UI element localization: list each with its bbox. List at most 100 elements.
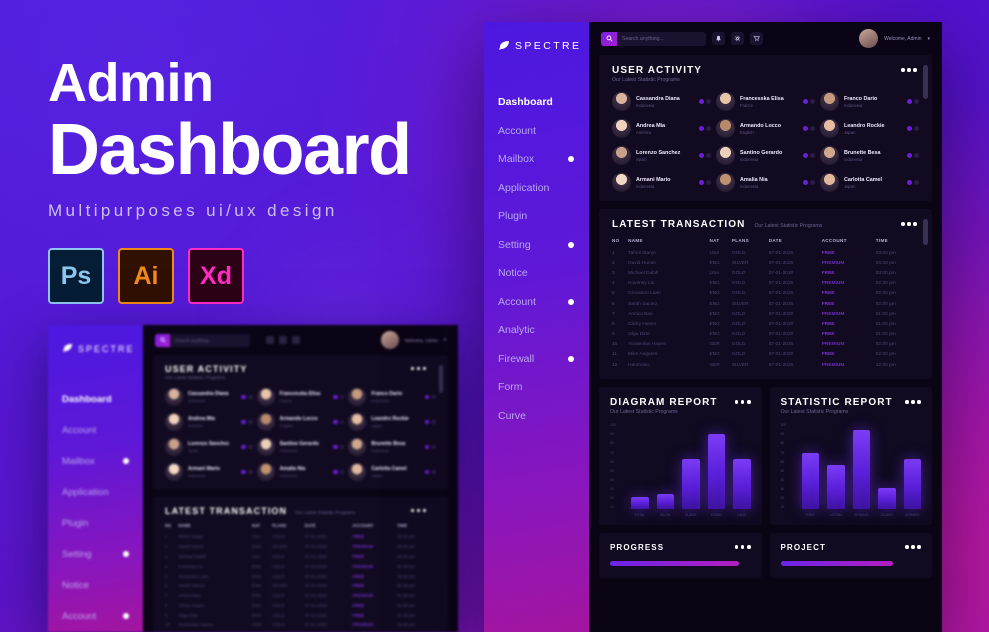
table-row[interactable]: 1 Tahnil Stanjo USA GOLD 07-01-2020 FREE 03:00…	[165, 532, 436, 542]
table-row[interactable]: 3 Michael Dabill USA GOLD 07-01-2020 FREE 03:0…	[612, 268, 919, 278]
sidebar-item-analytic-8[interactable]: Analytic	[484, 316, 589, 345]
user-action-icons[interactable]	[423, 394, 436, 400]
sidebar-item-application-3[interactable]: Application	[48, 477, 143, 508]
table-row[interactable]: 5 Giovanno Luan ENG GOLD 07-01-2020 FREE 02:00…	[612, 289, 919, 299]
user-card[interactable]: Santino Gerardo Indonesia	[256, 438, 345, 456]
user-action-icons[interactable]	[423, 419, 436, 425]
sidebar-item-plugin-4[interactable]: Plugin	[48, 508, 143, 539]
sidebar-item-form-10[interactable]: Form	[484, 373, 589, 402]
user-action-icons[interactable]	[239, 394, 253, 400]
bell-icon[interactable]	[712, 32, 725, 45]
table-row[interactable]: 9 Olga Dirte ENG GOLD 07-01-2020 FREE 01:00 pm	[165, 610, 436, 620]
user-card[interactable]: Francesska Elisa France	[716, 92, 815, 111]
sidebar-item-account-7[interactable]: Account	[48, 601, 143, 632]
user-card[interactable]: Lorenzo Sanchez Spain	[165, 438, 253, 456]
user-card[interactable]: Armando Locco English	[716, 119, 815, 138]
sidebar-item-dashboard-0[interactable]: Dashboard	[484, 88, 589, 117]
user-action-icons[interactable]	[423, 444, 436, 450]
search-input[interactable]: Search anything...	[170, 338, 212, 343]
user-card[interactable]: Santino Gerardo Indonesia	[716, 146, 815, 165]
user-action-icons[interactable]	[905, 180, 919, 185]
user-card[interactable]: Amalia Nia Indonesia	[256, 463, 345, 481]
bar-latona[interactable]	[827, 464, 845, 510]
user-action-icons[interactable]	[331, 419, 345, 425]
table-row[interactable]: 11 Mike Angares ENG GOLD 07-01-2020 FREE 02:00…	[612, 350, 919, 360]
user-action-icons[interactable]	[801, 126, 815, 131]
table-row[interactable]: 7 Annica Bao ENG GOLD 07-01-2020 PREMIUM 01:00…	[612, 309, 919, 319]
user-action-icons[interactable]	[697, 126, 711, 131]
table-row[interactable]: 9 Olga Dirte ENG GOLD 07-01-2020 FREE 01:00 pm	[612, 330, 919, 340]
search-icon[interactable]	[155, 333, 170, 347]
table-row[interactable]: 6 Sarah Sacrez ENG SILVER 07-01-2020 FREE 02:0…	[165, 581, 436, 591]
sidebar-item-notice-6[interactable]: Notice	[48, 570, 143, 601]
user-card[interactable]: Brunette Besa Indonesia	[348, 438, 436, 456]
table-row[interactable]: 3 Michael Dabill USA GOLD 07-01-2020 FREE 03:0…	[165, 552, 436, 562]
table-row[interactable]: 2 David Hunon ENG SILVER 07-01-2020 PREMIUM 03…	[612, 258, 919, 268]
user-card[interactable]: Armani Mario Indonesia	[612, 173, 711, 192]
card-menu-icon[interactable]	[905, 400, 921, 404]
card-menu-icon[interactable]	[411, 509, 426, 513]
user-menu[interactable]: Welcome, Admin ▾	[859, 29, 930, 48]
scrollbar-thumb[interactable]	[923, 65, 928, 99]
user-card[interactable]: Franco Dario Indonesia	[820, 92, 919, 111]
table-row[interactable]: 5 Giovanno Luan ENG GOLD 07-01-2020 FREE 02:00…	[165, 571, 436, 581]
sidebar-item-setting-5[interactable]: Setting	[48, 539, 143, 570]
scrollbar-thumb[interactable]	[439, 365, 443, 393]
card-menu-icon[interactable]	[901, 222, 917, 226]
sidebar-item-plugin-4[interactable]: Plugin	[484, 202, 589, 231]
chevron-down-icon[interactable]: ▾	[927, 36, 930, 42]
user-card[interactable]: Andrea Mia America	[165, 413, 253, 431]
user-action-icons[interactable]	[331, 394, 345, 400]
bar-silon[interactable]	[656, 493, 674, 510]
table-row[interactable]: 10 Yovanolan Haane GER GOLD 07-01-2020 PREMIU…	[165, 620, 436, 630]
user-card[interactable]: Andrea Mia America	[612, 119, 711, 138]
table-row[interactable]: 7 Annica Bao ENG GOLD 07-01-2020 PREMIUM 01:00…	[165, 591, 436, 601]
table-row[interactable]: 6 Sarah Sacrez ENG SILVER 07-01-2020 FREE 02:0…	[612, 299, 919, 309]
sidebar-item-firewall-9[interactable]: Firewall	[484, 345, 589, 374]
bar-total[interactable]	[631, 497, 649, 510]
user-action-icons[interactable]	[697, 153, 711, 158]
gear-icon[interactable]	[731, 32, 744, 45]
user-action-icons[interactable]	[239, 469, 253, 475]
user-action-icons[interactable]	[697, 99, 711, 104]
user-menu[interactable]: Welcome, Admin ▾	[380, 331, 446, 349]
table-row[interactable]: 8 Clicky Husen ENG GOLD 07-01-2020 FREE 01:00 …	[612, 319, 919, 329]
table-row[interactable]: 12 Hanmonic GER SILVER 07-01-2020 PREMIUM 12:0…	[612, 360, 919, 370]
user-action-icons[interactable]	[801, 180, 815, 185]
user-action-icons[interactable]	[239, 444, 253, 450]
bar-serano[interactable]	[852, 430, 870, 510]
card-menu-icon[interactable]	[901, 68, 917, 72]
user-card[interactable]: Amalia Nia Indonesia	[716, 173, 815, 192]
user-card[interactable]: Armani Mario Indonesia	[165, 463, 253, 481]
sidebar-item-account-1[interactable]: Account	[48, 415, 143, 446]
user-card[interactable]: Francesska Elisa France	[256, 388, 345, 406]
user-card[interactable]: Leandro Rockie Japan	[820, 119, 919, 138]
bar-dilano[interactable]	[878, 487, 896, 510]
bar-adrano[interactable]	[903, 459, 921, 510]
chevron-down-icon[interactable]: ▾	[444, 337, 446, 343]
table-row[interactable]: 10 Yovanolan Haane GER GOLD 07-01-2020 PREMIU…	[612, 340, 919, 350]
sidebar-item-notice-6[interactable]: Notice	[484, 259, 589, 288]
card-menu-icon[interactable]	[734, 400, 751, 404]
bar-tono[interactable]	[801, 452, 819, 510]
user-card[interactable]: Carlotta Camel Japan	[348, 463, 436, 481]
sidebar-item-mailbox-2[interactable]: Mailbox	[484, 145, 589, 174]
sidebar-item-account-1[interactable]: Account	[484, 117, 589, 146]
table-row[interactable]: 4 Kovensy Lio ENG GOLD 07-01-2020 PREMIUM 02:3…	[612, 279, 919, 289]
sidebar-item-mailbox-2[interactable]: Mailbox	[48, 446, 143, 477]
preview-icon-buttons[interactable]	[266, 336, 300, 344]
user-action-icons[interactable]	[697, 180, 711, 185]
user-card[interactable]: Cassandra Diana Indonesia	[165, 388, 253, 406]
user-action-icons[interactable]	[905, 99, 919, 104]
user-action-icons[interactable]	[801, 153, 815, 158]
card-menu-icon[interactable]	[734, 545, 751, 549]
user-action-icons[interactable]	[905, 126, 919, 131]
user-action-icons[interactable]	[239, 419, 253, 425]
table-row[interactable]: 2 David Hunon ENG SILVER 07-01-2020 PREMIUM 03…	[165, 542, 436, 552]
search-icon[interactable]	[601, 31, 617, 46]
sidebar-item-account-7[interactable]: Account	[484, 288, 589, 317]
user-action-icons[interactable]	[905, 153, 919, 158]
user-card[interactable]: Leandro Rockie Japan	[348, 413, 436, 431]
card-menu-icon[interactable]	[411, 367, 426, 371]
user-card[interactable]: Cassandra Diana Indonesia	[612, 92, 711, 111]
